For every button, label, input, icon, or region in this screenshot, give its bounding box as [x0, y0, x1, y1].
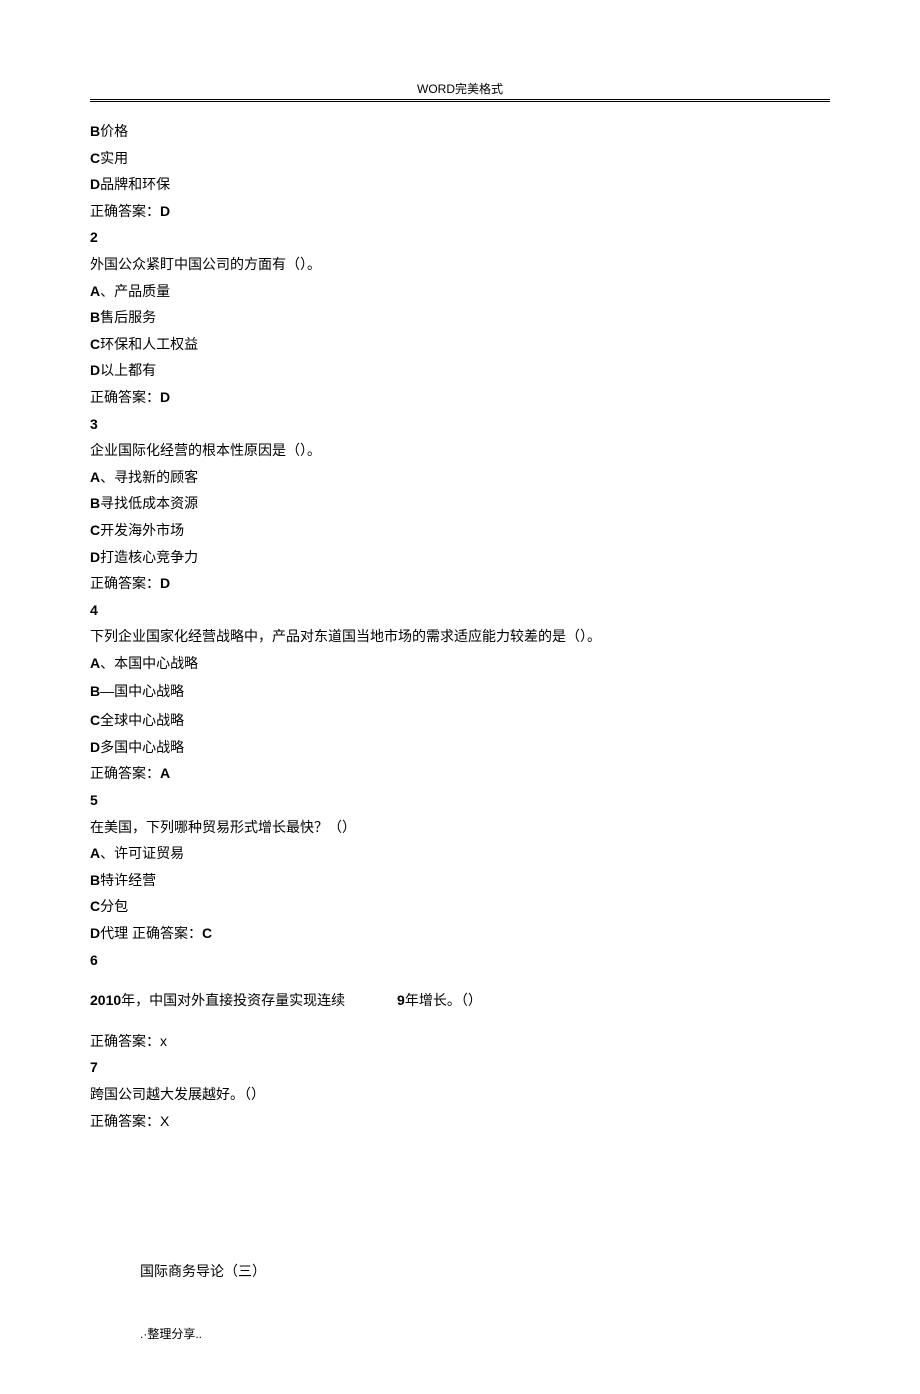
q5-number: 5 — [90, 787, 830, 814]
q7-number: 7 — [90, 1054, 830, 1081]
q4-option-c: C全球中心战略 — [90, 707, 830, 734]
q5-stem: 在美国，下列哪种贸易形式增长最快？（） — [90, 814, 830, 841]
q1-answer: 正确答案：D — [90, 198, 830, 225]
section-title: 国际商务导论（三） — [140, 1258, 830, 1285]
q7-answer: 正确答案：X — [90, 1108, 830, 1135]
q2-answer: 正确答案：D — [90, 384, 830, 411]
q2-stem: 外国公众紧盯中国公司的方面有（）。 — [90, 251, 830, 278]
q3-option-d: D打造核心竞争力 — [90, 544, 830, 571]
q1-option-d: D品牌和环保 — [90, 171, 830, 198]
q2-option-d: D以上都有 — [90, 357, 830, 384]
q6-stem: 2010年，中国对外直接投资存量实现连续 9年增长。（） — [90, 987, 830, 1014]
q3-option-b: B寻找低成本资源 — [90, 490, 830, 517]
page-footer: .·整理分享.. — [140, 1325, 830, 1342]
q6-number: 6 — [90, 947, 830, 974]
q4-number: 4 — [90, 597, 830, 624]
q5-option-d-answer: D代理 正确答案：C — [90, 920, 830, 947]
q2-number: 2 — [90, 224, 830, 251]
q5-option-c: C分包 — [90, 893, 830, 920]
q4-stem: 下列企业国家化经营战略中，产品对东道国当地市场的需求适应能力较差的是（）。 — [90, 623, 830, 650]
q7-stem: 跨国公司越大发展越好。（） — [90, 1081, 830, 1108]
q5-option-b: B特许经营 — [90, 867, 830, 894]
q4-answer: 正确答案：A — [90, 760, 830, 787]
q3-answer: 正确答案：D — [90, 570, 830, 597]
q2-option-c: C环保和人工权益 — [90, 331, 830, 358]
q3-number: 3 — [90, 411, 830, 438]
q4-option-b: B—国中心战略 — [90, 676, 830, 707]
q1-option-c: C实用 — [90, 145, 830, 172]
q6-answer: 正确答案：x — [90, 1028, 830, 1055]
q4-option-d: D多国中心战略 — [90, 734, 830, 761]
q3-option-a: A、寻找新的顾客 — [90, 464, 830, 491]
q1-option-b: BB价格价格 — [90, 118, 830, 145]
q3-stem: 企业国际化经营的根本性原因是（）。 — [90, 437, 830, 464]
q4-option-a: A、本国中心战略 — [90, 650, 830, 677]
page-header: WORD完美格式 — [90, 80, 830, 100]
q2-option-b: B售后服务 — [90, 304, 830, 331]
q3-option-c: C开发海外市场 — [90, 517, 830, 544]
q2-option-a: A、产品质量 — [90, 278, 830, 305]
q5-option-a: A、许可证贸易 — [90, 840, 830, 867]
